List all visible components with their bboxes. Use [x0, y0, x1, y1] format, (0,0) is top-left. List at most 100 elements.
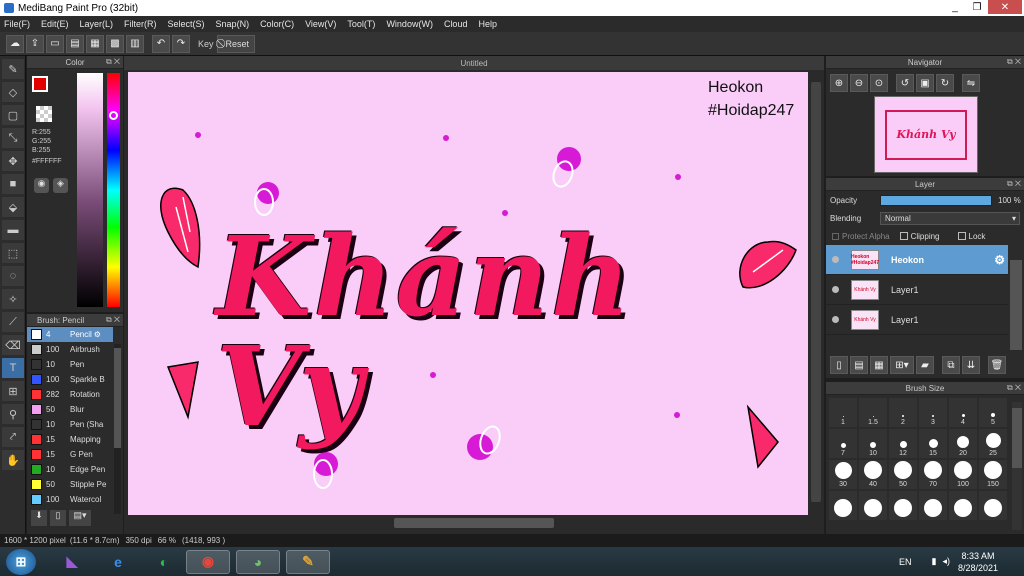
magic-wand-tool-icon[interactable]: ✧	[2, 289, 24, 309]
maximize-button[interactable]: ❐	[966, 0, 988, 14]
palette-icon[interactable]: ◉	[34, 178, 49, 193]
visibility-icon[interactable]	[832, 256, 839, 263]
text-tool-icon[interactable]: T	[2, 358, 24, 378]
horizontal-scroll-thumb[interactable]	[394, 518, 554, 528]
brush-size-cell[interactable]: 20	[949, 429, 977, 458]
zoom-fit-icon[interactable]: ⊙	[870, 74, 888, 92]
menu-file[interactable]: File(F)	[4, 19, 30, 29]
drawing-canvas[interactable]: Khánh Vy Heokon #Hoidap247	[128, 72, 808, 515]
internet-explorer-icon[interactable]: e	[102, 550, 134, 574]
fit-window-icon[interactable]: ▣	[916, 74, 934, 92]
layer-row[interactable]: Khánh Vy Layer1	[826, 305, 1008, 335]
hand-tool-icon[interactable]: ✋	[2, 450, 24, 470]
menu-view[interactable]: View(V)	[305, 19, 336, 29]
brush-item[interactable]: 10 Pen (Sha	[27, 417, 113, 432]
menu-filter[interactable]: Filter(R)	[124, 19, 157, 29]
grid-icon[interactable]: ▩	[106, 34, 124, 53]
brush-size-cell[interactable]	[829, 491, 857, 520]
brush-size-cell[interactable]	[919, 491, 947, 520]
visibility-icon[interactable]	[832, 286, 839, 293]
delete-layer-icon[interactable]: 🗑	[988, 356, 1006, 374]
close-button[interactable]: ✕	[988, 0, 1022, 14]
layer-add-menu-icon[interactable]: ⊞▾	[890, 356, 914, 374]
brush-item[interactable]: 50 Blur	[27, 402, 113, 417]
new-8bit-layer-icon[interactable]: ▦	[870, 356, 888, 374]
menu-color[interactable]: Color(C)	[260, 19, 294, 29]
folder-icon[interactable]: ▰	[916, 356, 934, 374]
cloud-icon[interactable]: ☁	[6, 34, 24, 53]
network-icon[interactable]: ▮	[931, 556, 936, 567]
clock[interactable]: 8:33 AM 8/28/2021	[958, 550, 998, 574]
eyedropper-tool-icon[interactable]: ⚲	[2, 404, 24, 424]
clipping-checkbox[interactable]	[899, 232, 908, 240]
brush-item[interactable]: 4 Pencil ⚙	[27, 327, 113, 342]
menu-tool[interactable]: Tool(T)	[347, 19, 375, 29]
medibang-app-icon[interactable]: ◕	[236, 549, 280, 574]
rotate-right-icon[interactable]: ↻	[936, 74, 954, 92]
document-icon[interactable]: ▦	[86, 34, 104, 53]
panel-close-icon[interactable]: ⧉ ✕	[1007, 57, 1021, 67]
brush-size-cell[interactable]: 1	[829, 398, 857, 427]
brush-size-cell[interactable]: 2	[889, 398, 917, 427]
brush-list-scrollbar[interactable]	[114, 344, 121, 514]
rect-tool-icon[interactable]: ▢	[2, 105, 24, 125]
language-indicator[interactable]: EN	[899, 557, 912, 567]
merge-layer-icon[interactable]: ⇊	[962, 356, 980, 374]
new-layer-icon[interactable]: ▯	[830, 356, 848, 374]
page-icon[interactable]: ▤	[66, 34, 84, 53]
menu-select[interactable]: Select(S)	[168, 19, 205, 29]
brush-size-cell[interactable]: 5	[979, 398, 1007, 427]
start-button-icon[interactable]: ⊞	[6, 548, 36, 575]
bucket-tool-icon[interactable]: ⬙	[2, 197, 24, 217]
menu-cloud[interactable]: Cloud	[444, 19, 468, 29]
brush-size-cell[interactable]: 25	[979, 429, 1007, 458]
eraser-tool-icon[interactable]: ◇	[2, 82, 24, 102]
navigator-preview[interactable]: Khánh Vy	[874, 96, 978, 173]
horizontal-scrollbar[interactable]	[128, 516, 808, 530]
blending-select[interactable]: Normal ▾	[880, 211, 1020, 225]
move-tool-icon[interactable]: ✥	[2, 151, 24, 171]
volume-icon[interactable]: ◂)	[942, 556, 950, 567]
brush-item[interactable]: 100 Airbrush	[27, 342, 113, 357]
brush-size-cell[interactable]	[859, 491, 887, 520]
menu-help[interactable]: Help	[478, 19, 497, 29]
brush-size-cell[interactable]: 1.5	[859, 398, 887, 427]
brush-size-cell[interactable]	[949, 491, 977, 520]
menu-window[interactable]: Window(W)	[386, 19, 433, 29]
panel-close-icon[interactable]: ⧉ ✕	[106, 315, 120, 325]
gradient-tool-icon[interactable]: ▬	[2, 220, 24, 240]
panel-close-icon[interactable]: ⧉ ✕	[1007, 383, 1021, 393]
rotate-left-icon[interactable]: ↺	[896, 74, 914, 92]
undo-icon[interactable]: ↶	[152, 34, 170, 53]
brush-size-cell[interactable]: 70	[919, 460, 947, 489]
brush-size-cell[interactable]: 100	[949, 460, 977, 489]
brush-item[interactable]: 15 Mapping	[27, 432, 113, 447]
brush-menu-icon[interactable]: ▤▾	[69, 510, 91, 526]
hue-slider[interactable]	[107, 73, 120, 307]
layers-icon[interactable]: ▥	[126, 34, 144, 53]
coccoc-browser-icon[interactable]: ◐	[148, 550, 180, 574]
brush-size-cell[interactable]: 3	[919, 398, 947, 427]
brush-item[interactable]: 100 Watercol	[27, 492, 113, 507]
comment-icon[interactable]: ▭	[46, 34, 64, 53]
select-pen-tool-icon[interactable]: ⟋	[2, 312, 24, 332]
brush-item[interactable]: 10 Edge Pen	[27, 462, 113, 477]
foreground-color-swatch[interactable]	[32, 76, 48, 92]
redo-icon[interactable]: ↷	[172, 34, 190, 53]
zoom-in-icon[interactable]: ⊕	[830, 74, 848, 92]
gear-icon[interactable]: ⚙	[994, 253, 1005, 267]
brush-item[interactable]: 100 Sparkle B	[27, 372, 113, 387]
document-tab[interactable]: Untitled	[124, 56, 824, 70]
palette-settings-icon[interactable]: ◈	[53, 178, 68, 193]
new-halftone-layer-icon[interactable]: ▤	[850, 356, 868, 374]
brush-size-cell[interactable]: 15	[919, 429, 947, 458]
new-brush-icon[interactable]: ▯	[50, 510, 66, 526]
fill-rect-tool-icon[interactable]: ■	[2, 174, 24, 194]
protect-alpha-checkbox[interactable]	[832, 232, 839, 240]
zoom-out-icon[interactable]: ⊖	[850, 74, 868, 92]
brush-size-cell[interactable]: 50	[889, 460, 917, 489]
reset-button[interactable]: ⃠ Reset	[216, 34, 256, 53]
layer-list-scrollbar[interactable]	[1010, 260, 1022, 350]
brush-size-cell[interactable]	[889, 491, 917, 520]
visual-studio-icon[interactable]: ◣	[56, 550, 88, 574]
